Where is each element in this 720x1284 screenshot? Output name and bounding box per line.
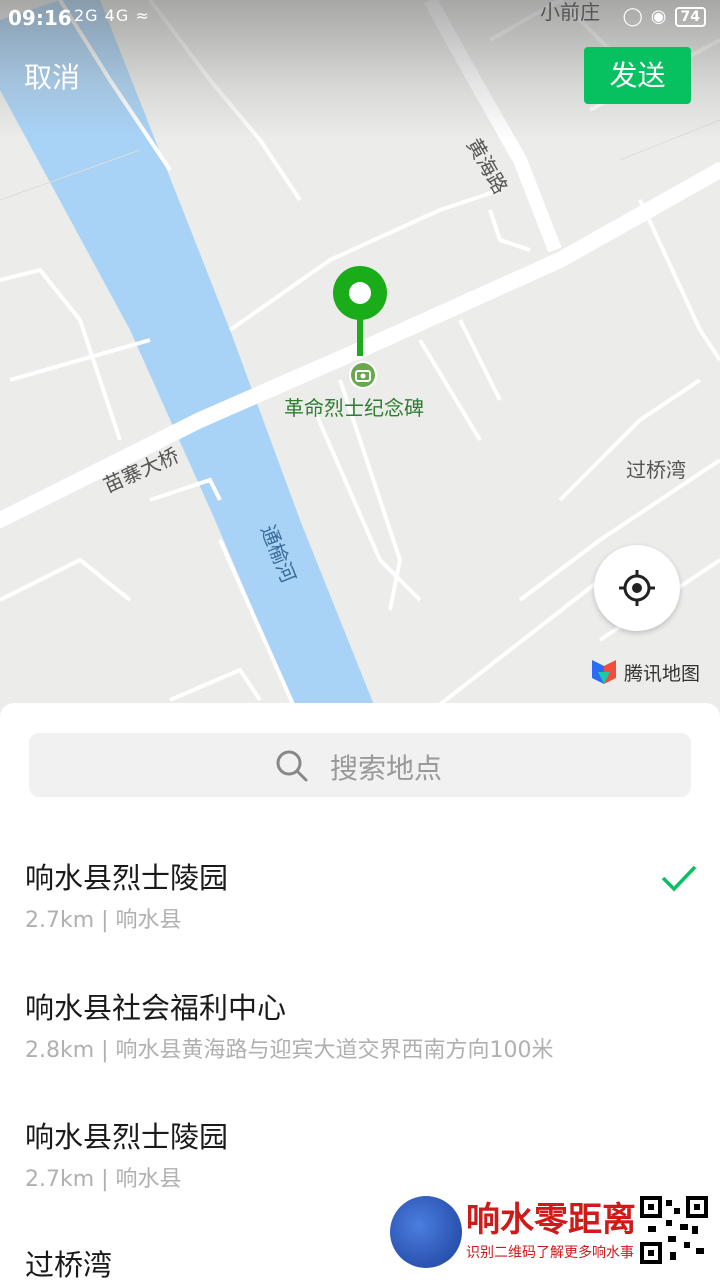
- status-bar: 09:16 2G 4G ≈ ◯ ◉ 74: [0, 0, 720, 36]
- status-time: 09:16: [8, 6, 72, 30]
- poi-label: 革命烈士纪念碑: [284, 396, 424, 420]
- lock-icon: ◯: [622, 6, 643, 27]
- send-button[interactable]: 发送: [584, 47, 691, 104]
- watermark-subtitle: 识别二维码了解更多响水事: [466, 1245, 634, 1261]
- camera-poi-icon: [349, 361, 377, 389]
- location-icon: ◉: [650, 6, 667, 27]
- result-name: 响水县社会福利中心: [25, 991, 287, 1025]
- watermark: 响水零距离 识别二维码了解更多响水事: [390, 1192, 720, 1280]
- locate-me-button[interactable]: [594, 545, 680, 631]
- status-right: ◯ ◉ 74: [623, 6, 706, 27]
- result-meta: 2.7km | 响水县: [25, 1167, 182, 1192]
- result-meta: 2.8km | 响水县黄海路与迎宾大道交界西南方向100米: [25, 1038, 554, 1063]
- qr-code-icon: [640, 1196, 708, 1264]
- cancel-button[interactable]: 取消: [24, 56, 80, 96]
- battery-indicator: 74: [674, 6, 706, 27]
- result-item[interactable]: 响水县社会福利中心 2.8km | 响水县黄海路与迎宾大道交界西南方向100米: [0, 985, 720, 1085]
- tencent-map-icon: [592, 660, 616, 684]
- result-name: 响水县烈士陵园: [25, 861, 229, 895]
- check-icon: [661, 865, 697, 892]
- watermark-title: 响水零距离: [466, 1200, 636, 1240]
- map-provider-name: 腾讯地图: [624, 662, 701, 685]
- watermark-logo-icon: [390, 1196, 462, 1268]
- map-view[interactable]: 小前庄 黄海路 苗寨大桥 通榆河 过桥湾 革命烈士纪念碑 腾讯地图 09:16 …: [0, 0, 720, 720]
- search-input[interactable]: 搜索地点: [29, 733, 691, 797]
- signal-text: 2G 4G: [74, 6, 130, 25]
- result-meta: 2.7km | 响水县: [25, 908, 182, 933]
- map-provider-logo: 腾讯地图: [590, 658, 700, 686]
- crosshair-icon: [619, 570, 655, 606]
- wifi-icon: ≈: [135, 6, 150, 25]
- location-pin-icon: [333, 266, 387, 356]
- search-icon: [276, 750, 308, 782]
- result-name: 响水县烈士陵园: [25, 1120, 229, 1154]
- result-name: 过桥湾: [25, 1248, 113, 1282]
- search-placeholder: 搜索地点: [330, 752, 443, 785]
- place-label-guoqiaowan: 过桥湾: [626, 458, 686, 482]
- result-item[interactable]: 响水县烈士陵园 2.7km | 响水县: [0, 855, 720, 955]
- signal-indicator: 2G 4G ≈: [74, 6, 150, 25]
